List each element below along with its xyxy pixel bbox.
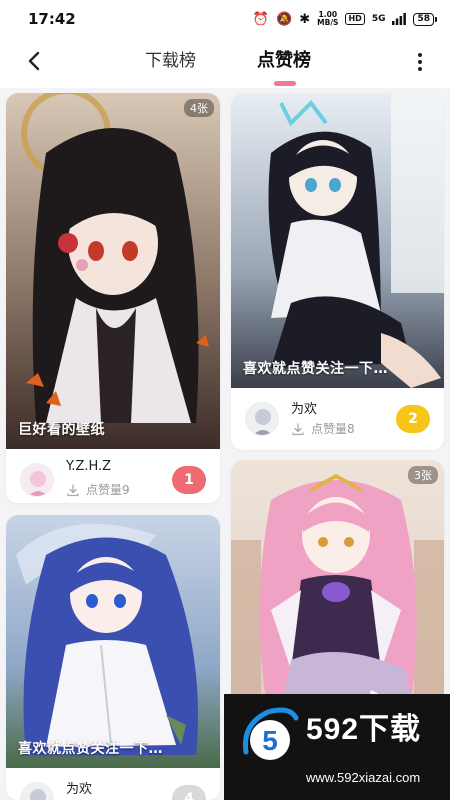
image-count-badge: 4张 (184, 99, 214, 117)
rank-badge: 4 (172, 785, 206, 800)
watermark-title: 592下载 (306, 713, 422, 746)
watermark-logo-icon: 5 (242, 707, 299, 760)
status-time: 17:42 (28, 10, 76, 28)
network-type: 5G (371, 14, 386, 24)
like-count: 点赞量9 (86, 483, 130, 497)
rank-badge: 1 (172, 466, 206, 494)
header: 下载榜 点赞榜 (0, 38, 450, 88)
card-footer: 为欢 点赞量8 2 (231, 388, 444, 450)
avatar[interactable] (20, 782, 54, 800)
avatar[interactable] (20, 463, 54, 497)
card-footer: 为欢 4 (6, 768, 220, 800)
download-icon (292, 422, 304, 435)
wallpaper-thumbnail[interactable]: 喜欢就点赞关注一下… (231, 93, 444, 388)
tab-likes-ranking[interactable]: 点赞榜 (257, 46, 311, 72)
more-options-icon[interactable] (412, 50, 428, 74)
wallpaper-card[interactable]: 4张 巨好看的壁纸 Y.Z.H.Z 点赞量9 1 (6, 93, 220, 503)
likes-row: 点赞量8 (291, 420, 355, 437)
author-name[interactable]: 为欢 (66, 778, 92, 797)
anime-girl-artwork (6, 93, 220, 449)
watermark-url: www.592xiazai.com (306, 770, 421, 785)
author-name[interactable]: Y.Z.H.Z (66, 459, 111, 474)
anime-girl-artwork (231, 93, 444, 388)
wallpaper-card[interactable]: 喜欢就点赞关注一下… 为欢 点赞量8 2 (231, 93, 444, 450)
bluetooth-icon: ✱ (299, 11, 311, 27)
hd-badge: HD (345, 13, 365, 25)
alarm-icon: ⏰ (252, 11, 270, 27)
rank-badge: 2 (396, 405, 430, 433)
wallpaper-caption: 巨好看的壁纸 (18, 422, 105, 438)
battery-indicator: 58 (413, 12, 437, 26)
status-bar: 17:42 ⏰ 🔕 ✱ 1.00 MB/S HD 5G 58 (0, 0, 450, 38)
like-count: 点赞量8 (311, 422, 355, 436)
avatar[interactable] (245, 402, 279, 436)
wallpaper-caption: 喜欢就点赞关注一下… (243, 361, 388, 377)
wallpaper-thumbnail[interactable]: 4张 巨好看的壁纸 (6, 93, 220, 449)
likes-row: 点赞量9 (66, 481, 130, 498)
site-watermark: 5 592下载 www.592xiazai.com (224, 694, 450, 800)
back-arrow-icon[interactable] (22, 48, 48, 74)
author-name[interactable]: 为欢 (291, 398, 317, 417)
image-count-badge: 3张 (408, 466, 438, 484)
signal-icon (392, 13, 407, 25)
network-speed: 1.00 MB/S (317, 10, 339, 27)
mute-icon: 🔕 (276, 11, 293, 27)
anime-girl-artwork (6, 515, 220, 768)
watermark-logo-char: 5 (262, 725, 278, 756)
wallpaper-caption: 喜欢就点赞关注一下… (18, 741, 163, 757)
download-icon (67, 483, 79, 496)
active-tab-indicator (274, 81, 296, 86)
wallpaper-thumbnail[interactable]: 喜欢就点赞关注一下… (6, 515, 220, 768)
wallpaper-card[interactable]: 喜欢就点赞关注一下… 为欢 4 (6, 515, 220, 800)
card-footer: Y.Z.H.Z 点赞量9 1 (6, 449, 220, 503)
tab-download-ranking[interactable]: 下载榜 (145, 46, 196, 71)
status-icons: ⏰ 🔕 ✱ 1.00 MB/S HD 5G 58 (252, 10, 437, 27)
